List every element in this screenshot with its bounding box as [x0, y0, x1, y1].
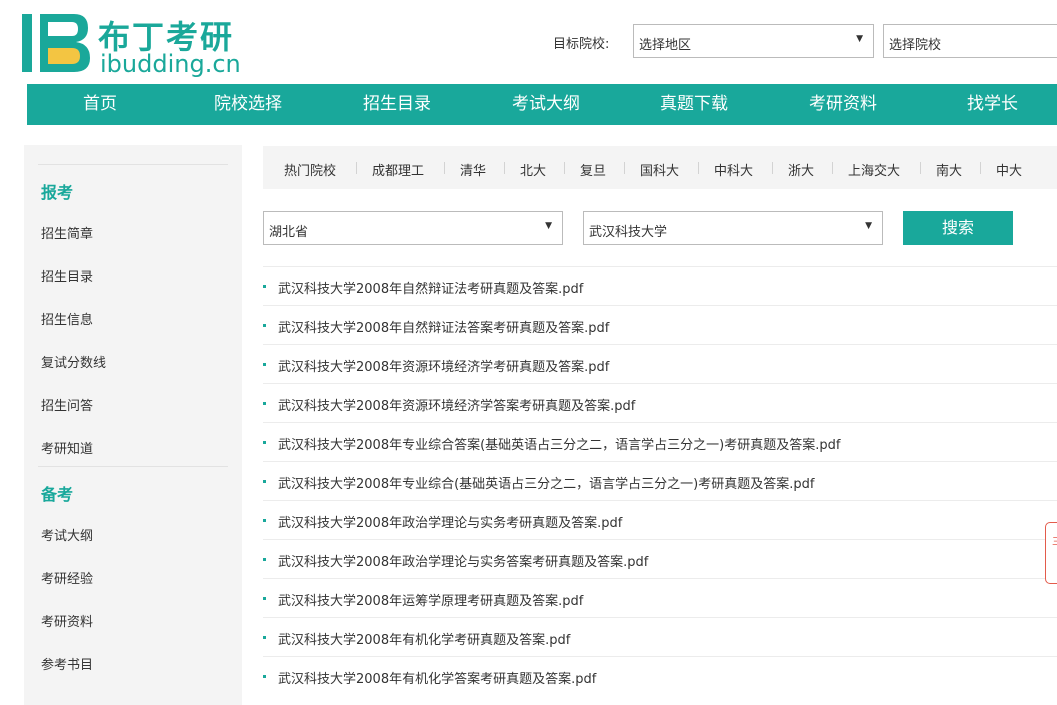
sidebar-section-prepare: 备考 [41, 485, 74, 504]
hot-school-link[interactable]: 清华 [460, 160, 486, 179]
hot-school-link[interactable]: 国科大 [640, 160, 679, 179]
floating-widget-text: 三 [1052, 533, 1057, 548]
school-select[interactable]: 选择院校 [883, 24, 1057, 58]
search-button[interactable]: 搜索 [903, 211, 1013, 245]
province-select-value: 湖北省 [269, 225, 309, 240]
sidebar-item-brochure[interactable]: 招生简章 [41, 223, 93, 242]
bullet-icon [263, 285, 266, 288]
list-item: 武汉科技大学2008年专业综合答案(基础英语占三分之二，语言学占三分之一)考研真… [263, 422, 1057, 462]
floating-side-widget[interactable]: 三 [1045, 522, 1057, 584]
sidebar-item-qa[interactable]: 招生问答 [41, 395, 93, 414]
nav-home[interactable]: 首页 [83, 84, 117, 125]
bullet-icon [263, 402, 266, 405]
file-link[interactable]: 武汉科技大学2008年专业综合(基础英语占三分之二，语言学占三分之一)考研真题及… [278, 473, 814, 492]
file-link[interactable]: 武汉科技大学2008年资源环境经济学考研真题及答案.pdf [278, 356, 609, 375]
bullet-icon [263, 597, 266, 600]
file-link[interactable]: 武汉科技大学2008年资源环境经济学答案考研真题及答案.pdf [278, 395, 635, 414]
list-item: 武汉科技大学2008年自然辩证法考研真题及答案.pdf [263, 266, 1057, 306]
list-item: 武汉科技大学2008年专业综合(基础英语占三分之二，语言学占三分之一)考研真题及… [263, 461, 1057, 501]
sidebar-item-materials[interactable]: 考研资料 [41, 611, 93, 630]
hot-school-link[interactable]: 成都理工 [372, 160, 424, 179]
school-select-value: 选择院校 [889, 38, 942, 53]
hot-school-link[interactable]: 浙大 [788, 160, 814, 179]
divider [772, 162, 773, 174]
bullet-icon [263, 519, 266, 522]
file-link[interactable]: 武汉科技大学2008年自然辩证法考研真题及答案.pdf [278, 278, 583, 297]
hot-schools-label: 热门院校 [284, 164, 337, 179]
bullet-icon [263, 636, 266, 639]
bullet-icon [263, 675, 266, 678]
region-select-value: 选择地区 [639, 38, 692, 53]
sidebar-item-info[interactable]: 招生信息 [41, 309, 93, 328]
list-item: 武汉科技大学2008年自然辩证法答案考研真题及答案.pdf [263, 305, 1057, 345]
hot-school-link[interactable]: 北大 [520, 160, 546, 179]
divider [444, 162, 445, 174]
logo-text-en: ibudding.cn [100, 50, 241, 78]
hot-school-link[interactable]: 上海交大 [848, 160, 900, 179]
list-item: 武汉科技大学2008年政治学理论与实务答案考研真题及答案.pdf [263, 539, 1057, 579]
file-link[interactable]: 武汉科技大学2008年有机化学答案考研真题及答案.pdf [278, 668, 596, 687]
sidebar-item-experience[interactable]: 考研经验 [41, 568, 93, 587]
nav-school-select[interactable]: 院校选择 [214, 84, 282, 125]
file-link[interactable]: 武汉科技大学2008年自然辩证法答案考研真题及答案.pdf [278, 317, 609, 336]
divider [624, 162, 625, 174]
sidebar-divider [38, 164, 228, 165]
divider [920, 162, 921, 174]
nav-find-senior[interactable]: 找学长 [967, 84, 1018, 125]
site-logo[interactable]: 布丁考研 ibudding.cn [22, 10, 241, 78]
university-select-value: 武汉科技大学 [589, 225, 668, 240]
list-item: 武汉科技大学2008年资源环境经济学答案考研真题及答案.pdf [263, 383, 1057, 423]
sidebar-item-catalog[interactable]: 招生目录 [41, 266, 93, 285]
divider [504, 162, 505, 174]
list-item: 武汉科技大学2008年政治学理论与实务考研真题及答案.pdf [263, 500, 1057, 540]
main-nav: 首页 院校选择 招生目录 考试大纲 真题下载 考研资料 找学长 [27, 84, 1057, 125]
logo-mark-icon [22, 14, 90, 72]
sidebar: 报考 招生简章 招生目录 招生信息 复试分数线 招生问答 考研知道 备考 考试大… [24, 145, 242, 705]
divider [698, 162, 699, 174]
chevron-down-icon: ▼ [545, 221, 552, 231]
sidebar-item-syllabus[interactable]: 考试大纲 [41, 525, 93, 544]
list-item: 武汉科技大学2008年有机化学考研真题及答案.pdf [263, 617, 1057, 657]
bullet-icon [263, 558, 266, 561]
province-select[interactable]: 湖北省 ▼ [263, 211, 563, 245]
file-link[interactable]: 武汉科技大学2008年专业综合答案(基础英语占三分之二，语言学占三分之一)考研真… [278, 434, 840, 453]
bullet-icon [263, 324, 266, 327]
file-link[interactable]: 武汉科技大学2008年运筹学原理考研真题及答案.pdf [278, 590, 583, 609]
chevron-down-icon: ▼ [856, 34, 863, 44]
sidebar-item-know[interactable]: 考研知道 [41, 438, 93, 457]
hot-school-link[interactable]: 中大 [996, 160, 1022, 179]
divider [980, 162, 981, 174]
hot-school-link[interactable]: 复旦 [580, 160, 606, 179]
hot-school-link[interactable]: 南大 [936, 160, 962, 179]
hot-school-link[interactable]: 中科大 [714, 160, 753, 179]
nav-materials[interactable]: 考研资料 [809, 84, 877, 125]
divider [356, 162, 357, 174]
list-item: 武汉科技大学2008年资源环境经济学考研真题及答案.pdf [263, 344, 1057, 384]
file-link[interactable]: 武汉科技大学2008年政治学理论与实务考研真题及答案.pdf [278, 512, 622, 531]
list-item: 武汉科技大学2008年运筹学原理考研真题及答案.pdf [263, 578, 1057, 618]
sidebar-divider [38, 466, 228, 467]
list-item: 武汉科技大学2008年有机化学答案考研真题及答案.pdf [263, 656, 1057, 696]
file-link[interactable]: 武汉科技大学2008年有机化学考研真题及答案.pdf [278, 629, 570, 648]
bullet-icon [263, 480, 266, 483]
bullet-icon [263, 363, 266, 366]
target-school-label: 目标院校: [553, 37, 610, 52]
nav-past-papers[interactable]: 真题下载 [660, 84, 728, 125]
nav-enrollment-catalog[interactable]: 招生目录 [363, 84, 431, 125]
file-link[interactable]: 武汉科技大学2008年政治学理论与实务答案考研真题及答案.pdf [278, 551, 648, 570]
sidebar-item-retest-score[interactable]: 复试分数线 [41, 352, 106, 371]
region-select[interactable]: 选择地区 ▼ [633, 24, 874, 58]
university-select[interactable]: 武汉科技大学 ▼ [583, 211, 883, 245]
bullet-icon [263, 441, 266, 444]
divider [564, 162, 565, 174]
hot-schools-bar: 热门院校 成都理工 清华 北大 复旦 国科大 中科大 浙大 上海交大 南大 中大 [263, 146, 1057, 189]
sidebar-item-books[interactable]: 参考书目 [41, 654, 93, 673]
nav-exam-syllabus[interactable]: 考试大纲 [512, 84, 580, 125]
chevron-down-icon: ▼ [865, 221, 872, 231]
divider [832, 162, 833, 174]
sidebar-section-apply: 报考 [41, 183, 74, 202]
